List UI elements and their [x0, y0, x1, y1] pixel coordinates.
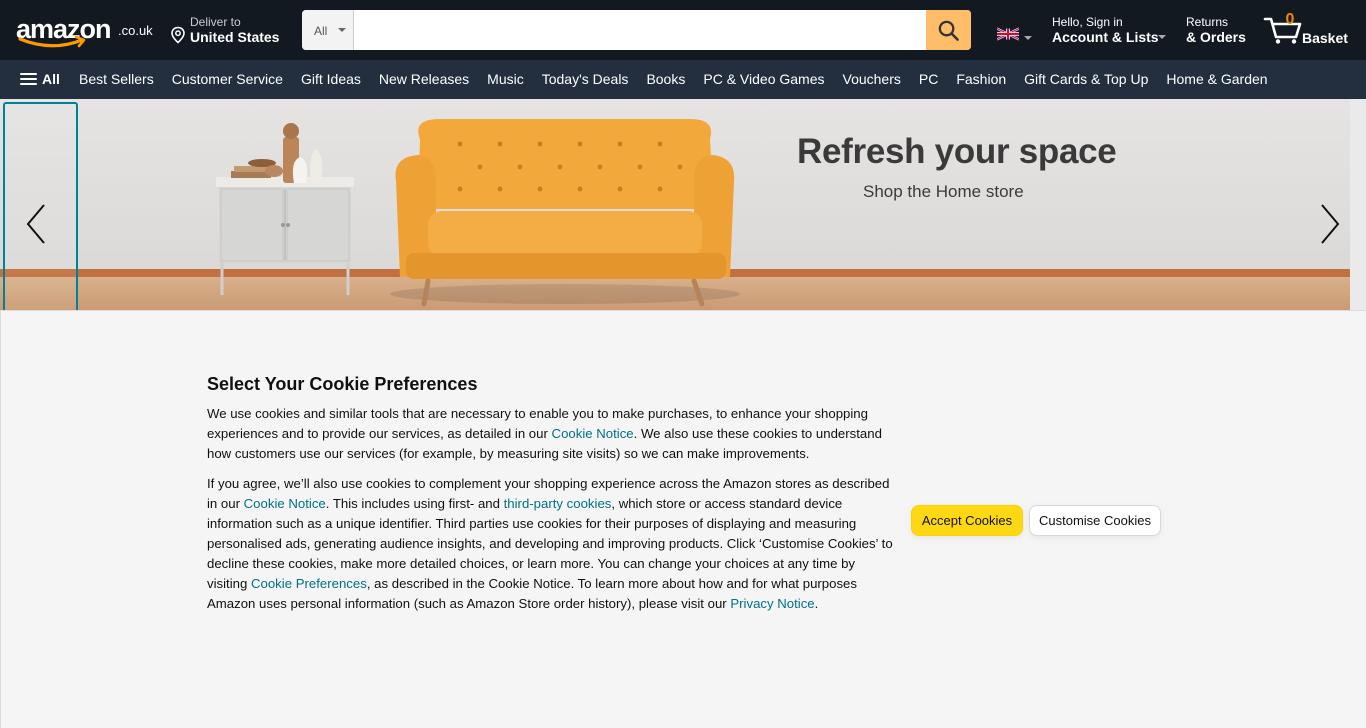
all-menu-label: All	[42, 71, 60, 87]
chevron-right-icon[interactable]	[1314, 199, 1344, 249]
returns-and-orders[interactable]: Returns & Orders	[1186, 14, 1256, 48]
search-icon	[938, 20, 959, 41]
deliver-to-location[interactable]: Deliver to United States	[170, 14, 290, 48]
search-button[interactable]	[926, 10, 971, 50]
language-selector[interactable]	[997, 25, 1033, 45]
cookie-paragraph-2: If you agree, we’ll also use cookies to …	[207, 474, 895, 614]
nav-link-gift-ideas[interactable]: Gift Ideas	[292, 71, 370, 87]
chevron-down-icon	[1024, 36, 1032, 40]
nav-link-pc-video-games[interactable]: PC & Video Games	[694, 71, 833, 87]
nav-link-fashion[interactable]: Fashion	[947, 71, 1015, 87]
nav-link-music[interactable]: Music	[478, 71, 533, 87]
basket-button[interactable]: 0 Basket	[1263, 10, 1353, 50]
nav-link-vouchers[interactable]: Vouchers	[834, 71, 910, 87]
nav-link-books[interactable]: Books	[637, 71, 694, 87]
hero-edge	[1350, 99, 1366, 310]
nav-link-customer-service[interactable]: Customer Service	[163, 71, 292, 87]
chevron-left-icon[interactable]	[22, 199, 52, 249]
nav-link-pc[interactable]: PC	[910, 71, 947, 87]
customise-cookies-button[interactable]: Customise Cookies	[1029, 505, 1161, 536]
basket-count: 0	[1285, 11, 1295, 28]
search-category-dropdown[interactable]: All	[302, 10, 354, 50]
deliver-to-label: Deliver to	[190, 15, 241, 29]
account-and-lists[interactable]: Hello, Sign in Account & Lists	[1052, 14, 1172, 48]
cookie-paragraph-1: We use cookies and similar tools that ar…	[207, 404, 895, 464]
nav-link-new-releases[interactable]: New Releases	[370, 71, 478, 87]
returns-label: Returns	[1186, 15, 1229, 29]
amazon-logo[interactable]: amazon .co.uk	[16, 12, 156, 50]
search-category-label: All	[314, 24, 328, 38]
greeting-text: Hello, Sign in	[1052, 15, 1123, 29]
cookie-consent-banner: Select Your Cookie Preferences We use co…	[0, 310, 1366, 728]
cookie-notice-link[interactable]: Cookie Notice	[552, 426, 634, 441]
cookie-description: We use cookies and similar tools that ar…	[207, 404, 895, 624]
search-bar: All	[302, 10, 971, 50]
cookie-preferences-link[interactable]: Cookie Preferences	[251, 576, 367, 591]
search-input[interactable]	[354, 10, 926, 50]
uk-flag-icon	[997, 27, 1019, 41]
basket-label: Basket	[1302, 30, 1348, 46]
privacy-notice-link[interactable]: Privacy Notice	[730, 596, 814, 611]
orders-label: & Orders	[1186, 29, 1246, 45]
hero-carousel[interactable]: Refresh your space Shop the Home store	[0, 99, 1366, 310]
chevron-down-icon	[338, 28, 346, 32]
cookie-text: .	[814, 596, 819, 611]
all-menu-button[interactable]: All	[20, 71, 60, 87]
nav-link-todays-deals[interactable]: Today's Deals	[533, 71, 638, 87]
cookie-notice-link[interactable]: Cookie Notice	[244, 496, 326, 511]
nav-link-best-sellers[interactable]: Best Sellers	[70, 71, 163, 87]
nav-link-home-garden[interactable]: Home & Garden	[1157, 71, 1276, 87]
hero-banner-image	[216, 119, 740, 307]
logo-domain: .co.uk	[118, 23, 153, 38]
nav-links: Best Sellers Customer Service Gift Ideas…	[70, 71, 1277, 87]
location-pin-icon	[171, 26, 185, 44]
hero-subtitle: Shop the Home store	[863, 182, 1024, 201]
chevron-down-icon	[1158, 35, 1166, 39]
accept-cookies-button[interactable]: Accept Cookies	[911, 505, 1023, 536]
top-nav-bar: amazon .co.uk Deliver to United States A…	[0, 0, 1366, 60]
account-lists-label: Account & Lists	[1052, 29, 1159, 45]
third-party-cookies-link[interactable]: third-party cookies	[504, 496, 612, 511]
cookie-text: . This includes using first- and	[325, 496, 504, 511]
nav-link-gift-cards[interactable]: Gift Cards & Top Up	[1015, 71, 1157, 87]
deliver-country: United States	[190, 29, 280, 45]
secondary-nav-bar: All Best Sellers Customer Service Gift I…	[0, 60, 1366, 99]
logo-smile-icon	[18, 36, 86, 48]
cookie-title: Select Your Cookie Preferences	[207, 374, 478, 394]
hamburger-menu-icon	[20, 72, 37, 86]
hero-title: Refresh your space	[797, 132, 1117, 171]
